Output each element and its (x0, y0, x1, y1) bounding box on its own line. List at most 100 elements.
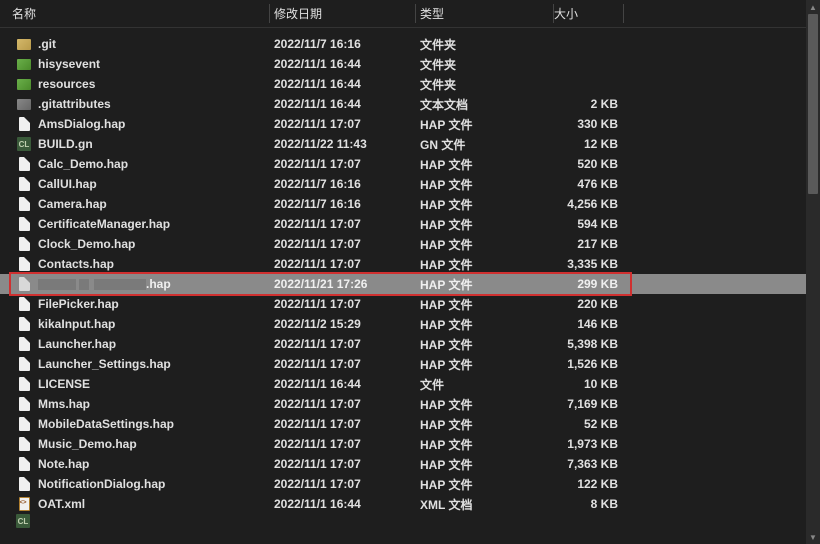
file-row[interactable]: Mms.hap2022/11/1 17:07HAP 文件7,169 KB (0, 394, 806, 414)
file-row-partial[interactable]: CL (0, 514, 806, 530)
file-name-cell[interactable]: Mms.hap (0, 396, 270, 412)
file-row[interactable]: CLBUILD.gn2022/11/22 11:43GN 文件12 KB (0, 134, 806, 154)
file-type: HAP 文件 (416, 156, 554, 173)
file-row[interactable]: Launcher_Settings.hap2022/11/1 17:07HAP … (0, 354, 806, 374)
file-name-cell[interactable]: FilePicker.hap (0, 296, 270, 312)
file-row[interactable]: Calc_Demo.hap2022/11/1 17:07HAP 文件520 KB (0, 154, 806, 174)
file-name-cell[interactable]: Launcher_Settings.hap (0, 356, 270, 372)
file-date: 2022/11/1 17:07 (270, 457, 416, 471)
file-row[interactable]: .git2022/11/7 16:16文件夹 (0, 34, 806, 54)
header-name[interactable]: 名称 (0, 0, 270, 27)
file-name-cell[interactable]: Contacts.hap (0, 256, 270, 272)
file-type: 文件夹 (416, 36, 554, 53)
file-date: 2022/11/1 16:44 (270, 97, 416, 111)
file-row[interactable]: Note.hap2022/11/1 17:07HAP 文件7,363 KB (0, 454, 806, 474)
file-date: 2022/11/1 17:07 (270, 257, 416, 271)
file-name-cell[interactable]: CLBUILD.gn (0, 136, 270, 152)
header-date[interactable]: 修改日期 (270, 0, 416, 27)
file-name-cell[interactable]: OAT.xml (0, 496, 270, 512)
file-row[interactable]: Music_Demo.hap2022/11/1 17:07HAP 文件1,973… (0, 434, 806, 454)
file-row[interactable]: resources2022/11/1 16:44文件夹 (0, 74, 806, 94)
file-name-cell[interactable]: Calc_Demo.hap (0, 156, 270, 172)
file-row[interactable]: AmsDialog.hap2022/11/1 17:07HAP 文件330 KB (0, 114, 806, 134)
file-name-cell[interactable]: .gitattributes (0, 96, 270, 112)
file-date: 2022/11/1 17:07 (270, 477, 416, 491)
file-name-cell[interactable]: CertificateManager.hap (0, 216, 270, 232)
file-row[interactable]: .hap2022/11/21 17:26HAP 文件299 KB (0, 274, 806, 294)
file-type: HAP 文件 (416, 476, 554, 493)
file-name-label: CallUI.hap (38, 177, 97, 191)
file-name-cell[interactable]: Note.hap (0, 456, 270, 472)
file-row[interactable]: Launcher.hap2022/11/1 17:07HAP 文件5,398 K… (0, 334, 806, 354)
xml-file-icon (16, 496, 32, 512)
file-row[interactable]: NotificationDialog.hap2022/11/1 17:07HAP… (0, 474, 806, 494)
file-size: 3,335 KB (554, 257, 624, 271)
file-type: HAP 文件 (416, 116, 554, 133)
file-icon (16, 176, 32, 192)
file-size: 476 KB (554, 177, 624, 191)
file-name-cell[interactable]: resources (0, 76, 270, 92)
file-name-cell[interactable]: Camera.hap (0, 196, 270, 212)
file-name-cell[interactable]: Music_Demo.hap (0, 436, 270, 452)
file-name-cell[interactable]: Clock_Demo.hap (0, 236, 270, 252)
file-icon (16, 156, 32, 172)
file-icon: CL (16, 514, 30, 528)
scroll-up-icon[interactable]: ▲ (806, 0, 820, 14)
file-row[interactable]: LICENSE2022/11/1 16:44文件10 KB (0, 374, 806, 394)
file-type: HAP 文件 (416, 456, 554, 473)
file-row[interactable]: hisysevent2022/11/1 16:44文件夹 (0, 54, 806, 74)
file-name-label: Note.hap (38, 457, 89, 471)
file-name-cell[interactable]: MobileDataSettings.hap (0, 416, 270, 432)
file-date: 2022/11/1 17:07 (270, 397, 416, 411)
file-icon (16, 456, 32, 472)
file-date: 2022/11/1 17:07 (270, 437, 416, 451)
file-row[interactable]: MobileDataSettings.hap2022/11/1 17:07HAP… (0, 414, 806, 434)
header-size[interactable]: 大小 (554, 0, 624, 27)
file-type: 文件 (416, 376, 554, 393)
file-name-cell[interactable]: NotificationDialog.hap (0, 476, 270, 492)
file-date: 2022/11/1 17:07 (270, 117, 416, 131)
file-size: 1,526 KB (554, 357, 624, 371)
file-row[interactable]: Contacts.hap2022/11/1 17:07HAP 文件3,335 K… (0, 254, 806, 274)
file-type: HAP 文件 (416, 316, 554, 333)
file-row[interactable]: CertificateManager.hap2022/11/1 17:07HAP… (0, 214, 806, 234)
file-size: 2 KB (554, 97, 624, 111)
file-name-label: LICENSE (38, 377, 90, 391)
file-name-cell[interactable]: AmsDialog.hap (0, 116, 270, 132)
file-type: GN 文件 (416, 136, 554, 153)
file-name-cell[interactable]: hisysevent (0, 56, 270, 72)
file-name-cell[interactable]: kikaInput.hap (0, 316, 270, 332)
folder-icon (16, 56, 32, 72)
file-row[interactable]: .gitattributes2022/11/1 16:44文本文档2 KB (0, 94, 806, 114)
file-type: HAP 文件 (416, 216, 554, 233)
scroll-thumb[interactable] (808, 14, 818, 194)
file-icon (16, 476, 32, 492)
file-name-cell[interactable]: Launcher.hap (0, 336, 270, 352)
file-row[interactable]: kikaInput.hap2022/11/2 15:29HAP 文件146 KB (0, 314, 806, 334)
file-size: 220 KB (554, 297, 624, 311)
file-row[interactable]: FilePicker.hap2022/11/1 17:07HAP 文件220 K… (0, 294, 806, 314)
file-row[interactable]: Clock_Demo.hap2022/11/1 17:07HAP 文件217 K… (0, 234, 806, 254)
scroll-down-icon[interactable]: ▼ (806, 530, 820, 544)
vertical-scrollbar[interactable]: ▲ ▼ (806, 0, 820, 544)
folder-icon (16, 36, 32, 52)
file-name-cell[interactable]: .hap (0, 276, 270, 292)
file-size: 594 KB (554, 217, 624, 231)
file-icon (16, 256, 32, 272)
file-row[interactable]: Camera.hap2022/11/7 16:16HAP 文件4,256 KB (0, 194, 806, 214)
file-date: 2022/11/2 15:29 (270, 317, 416, 331)
file-type: HAP 文件 (416, 176, 554, 193)
file-name-suffix: .hap (146, 277, 171, 291)
file-size: 299 KB (554, 277, 624, 291)
file-row[interactable]: CallUI.hap2022/11/7 16:16HAP 文件476 KB (0, 174, 806, 194)
header-type[interactable]: 类型 (416, 0, 554, 27)
file-name-cell[interactable]: LICENSE (0, 376, 270, 392)
file-row[interactable]: OAT.xml2022/11/1 16:44XML 文档8 KB (0, 494, 806, 514)
file-name-cell[interactable]: CallUI.hap (0, 176, 270, 192)
file-name-label: MobileDataSettings.hap (38, 417, 174, 431)
file-icon (16, 396, 32, 412)
file-icon (16, 336, 32, 352)
file-name-label: .gitattributes (38, 97, 111, 111)
file-name-cell[interactable]: .git (0, 36, 270, 52)
file-type: HAP 文件 (416, 336, 554, 353)
